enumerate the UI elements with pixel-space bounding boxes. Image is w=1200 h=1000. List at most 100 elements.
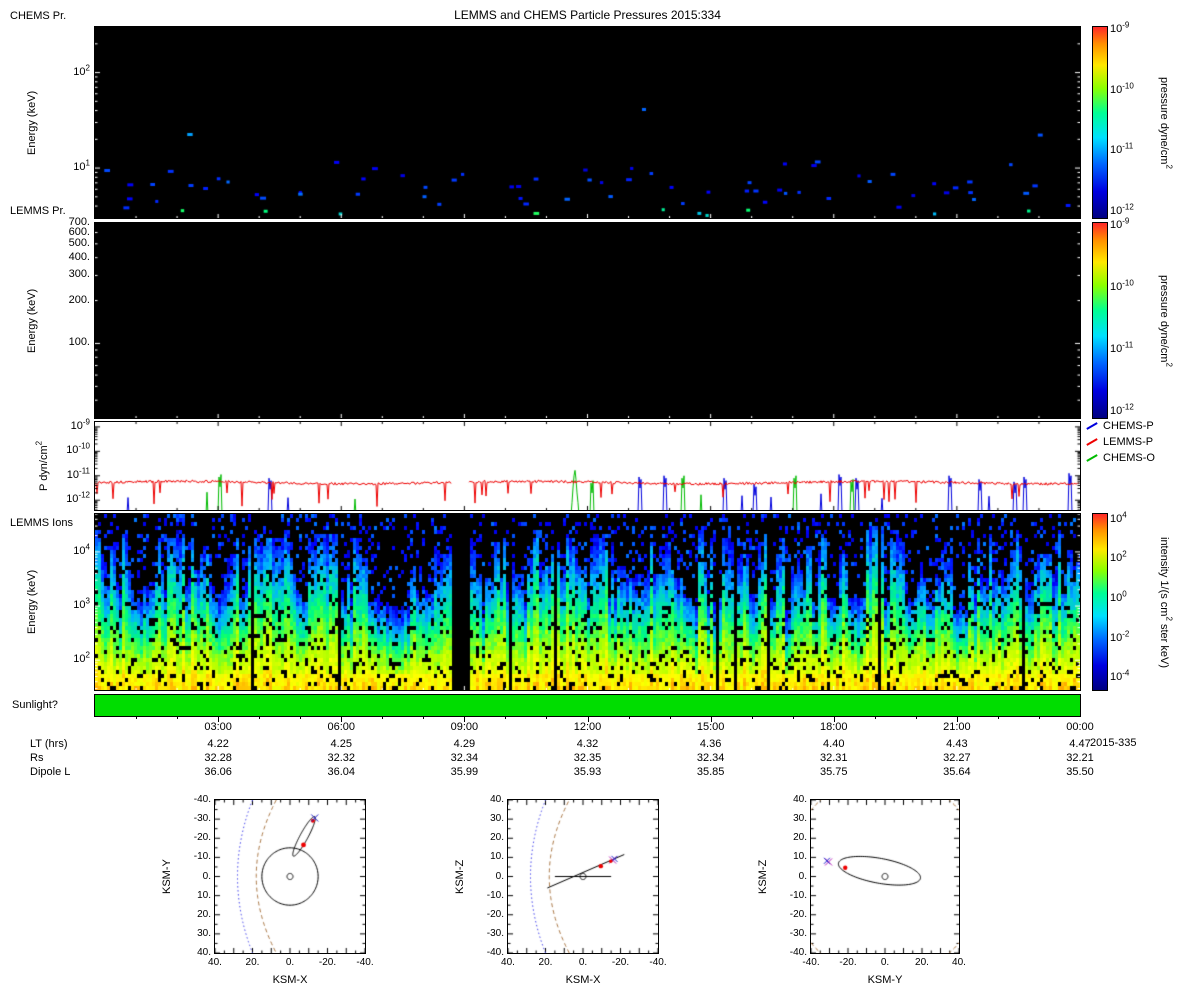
lemms-y-tick-label: 200. xyxy=(68,293,90,306)
pressure-colorbar-2-tick: 10-10 xyxy=(1110,278,1134,293)
time-tick-mark xyxy=(956,717,958,722)
ephemeris-value: 32.34 xyxy=(696,752,725,764)
intensity-colorbar-tick: 10-2 xyxy=(1110,628,1130,644)
ephemeris-value: 35.64 xyxy=(943,766,971,778)
orbit-1-x-tick-label: -40. xyxy=(649,957,667,968)
time-tick-mark xyxy=(218,717,220,722)
orbit-canvas-0 xyxy=(214,799,366,954)
ephemeris-value: 32.35 xyxy=(573,752,602,764)
time-tick-mark xyxy=(464,717,466,722)
ephemeris-value: 32.21 xyxy=(1066,752,1094,764)
orbit-0-y-tick-label: -10. xyxy=(193,851,211,863)
pressure-y-tick-label: 10-10 xyxy=(66,441,90,457)
ephemeris-value: 4.36 xyxy=(699,738,722,750)
orbit-0-x-tick-label: 40. xyxy=(208,957,222,968)
legend-label-chems-p: CHEMS-P xyxy=(1103,420,1154,432)
orbit-2-y-tick-label: 0. xyxy=(798,870,807,882)
ephemeris-value: 35.75 xyxy=(819,766,848,778)
orbit-2-y-tick-label: -20. xyxy=(789,908,807,920)
ephemeris-value: 32.34 xyxy=(450,752,479,764)
pressure-colorbar-1-title-text: pressure dyne/cm xyxy=(1158,76,1170,164)
ephemeris-value: 4.25 xyxy=(330,738,352,750)
legend-item-lemms-p: LEMMS-P xyxy=(1086,436,1153,448)
ephemeris-value: 32.28 xyxy=(204,752,232,764)
ephemeris-row-label-dipole: Dipole L xyxy=(30,766,71,778)
ions-panel-label: LEMMS Ions xyxy=(10,517,73,529)
time-tick-label: 06:00 xyxy=(327,721,356,733)
time-tick-mark xyxy=(177,717,179,719)
time-tick-label: 09:00 xyxy=(450,721,479,733)
orbit-1-y-tick-label: 10. xyxy=(490,851,504,863)
orbit-2-y-tick-label: 10. xyxy=(793,851,807,863)
orbit-0-x-tick-label: -20. xyxy=(318,957,337,968)
time-tick-label: 18:00 xyxy=(819,721,848,733)
time-tick-mark xyxy=(628,717,630,719)
ephemeris-value: 32.31 xyxy=(819,752,848,764)
time-tick-mark xyxy=(423,717,425,719)
orbit-0-y-tick-label: -20. xyxy=(193,832,211,844)
time-tick-label: 00:00 xyxy=(1066,721,1094,733)
time-tick-mark xyxy=(382,717,384,719)
intensity-colorbar xyxy=(1092,513,1108,691)
orbit-2-ylabel: KSM-Z xyxy=(757,859,769,894)
time-tick-label: 21:00 xyxy=(943,721,971,733)
time-tick-mark xyxy=(546,717,548,719)
chems-y-tick-label: 101 xyxy=(73,158,90,174)
time-tick-mark xyxy=(300,717,302,719)
orbit-0-y-tick-label: 10. xyxy=(197,889,211,901)
orbit-2-y-tick-label: -40. xyxy=(789,947,807,958)
ephemeris-value: 35.50 xyxy=(1066,766,1094,778)
orbit-1-y-tick-label: -40. xyxy=(486,947,504,958)
orbit-1-y-tick-label: 40. xyxy=(490,794,504,805)
legend-label-chems-o: CHEMS-O xyxy=(1103,452,1155,464)
intensity-colorbar-tick: 104 xyxy=(1110,510,1127,525)
plot-title: LEMMS and CHEMS Particle Pressures 2015:… xyxy=(454,8,721,22)
lemms-y-tick-label: 400. xyxy=(68,250,90,263)
legend-item-chems-o: CHEMS-O xyxy=(1086,452,1155,464)
time-tick-mark xyxy=(341,717,343,722)
ephemeris-value: 4.47 xyxy=(1069,738,1091,750)
time-tick-mark xyxy=(874,717,876,719)
lemms-y-tick-label: 300. xyxy=(68,268,90,281)
ions-y-tick-label: 102 xyxy=(73,650,90,666)
orbit-0-xlabel: KSM-X xyxy=(272,974,308,986)
orbit-1-x-tick-label: 40. xyxy=(501,957,515,968)
orbit-0-x-tick-label: -40. xyxy=(356,957,374,968)
legend-line-chems-p xyxy=(1086,422,1098,430)
orbit-2-x-tick-label: 0. xyxy=(880,957,890,968)
ions-y-tick-label: 104 xyxy=(73,542,90,557)
orbit-1-y-tick-label: -20. xyxy=(486,908,504,920)
orbit-1-x-tick-label: 0. xyxy=(578,957,588,968)
time-tick-mark xyxy=(710,717,712,722)
ephemeris-value: 35.93 xyxy=(573,766,602,778)
ephemeris-value: 35.85 xyxy=(696,766,725,778)
ephemeris-value: 36.06 xyxy=(204,766,232,778)
pressure-colorbar-1-tick: 10-11 xyxy=(1110,141,1134,157)
orbit-1-ylabel: KSM-Z xyxy=(454,859,466,894)
time-tick-mark xyxy=(505,717,507,719)
pressure-colorbar-1-title: pressure dyne/cm2 xyxy=(1158,27,1174,218)
ephemeris-value: 4.22 xyxy=(207,738,229,750)
orbit-1-y-tick-label: 0. xyxy=(495,870,504,882)
pressure-y-tick-label: 10-11 xyxy=(66,466,90,481)
orbit-0-y-tick-label: -40. xyxy=(193,794,211,805)
ions-y-axis-label: Energy (keV) xyxy=(26,569,38,635)
lemms-y-tick-label: 500. xyxy=(68,236,90,249)
chems-y-tick-label: 102 xyxy=(73,62,90,78)
time-tick-mark xyxy=(1038,717,1040,719)
pressure-colorbar-2-tick: 10-12 xyxy=(1110,402,1134,417)
orbit-1-xlabel: KSM-X xyxy=(565,974,601,986)
pressure-colorbar-1-title-sup: 2 xyxy=(1164,163,1174,169)
orbit-1-y-tick-label: 30. xyxy=(490,813,504,825)
pressure-colorbar-1 xyxy=(1092,26,1108,219)
ephemeris-value: 4.32 xyxy=(576,738,599,750)
orbit-0-y-tick-label: 20. xyxy=(197,908,211,920)
time-tick-mark xyxy=(915,717,917,719)
ions-y-tick-label: 103 xyxy=(73,596,90,612)
pressure-colorbar-1-tick: 10-10 xyxy=(1110,81,1134,96)
time-tick-mark xyxy=(792,717,794,719)
intensity-colorbar-title-post: ster keV) xyxy=(1158,620,1170,668)
orbit-1-y-tick-label: -30. xyxy=(486,927,504,939)
sunlight-bar xyxy=(94,694,1081,717)
time-tick-label: 15:00 xyxy=(696,721,725,733)
